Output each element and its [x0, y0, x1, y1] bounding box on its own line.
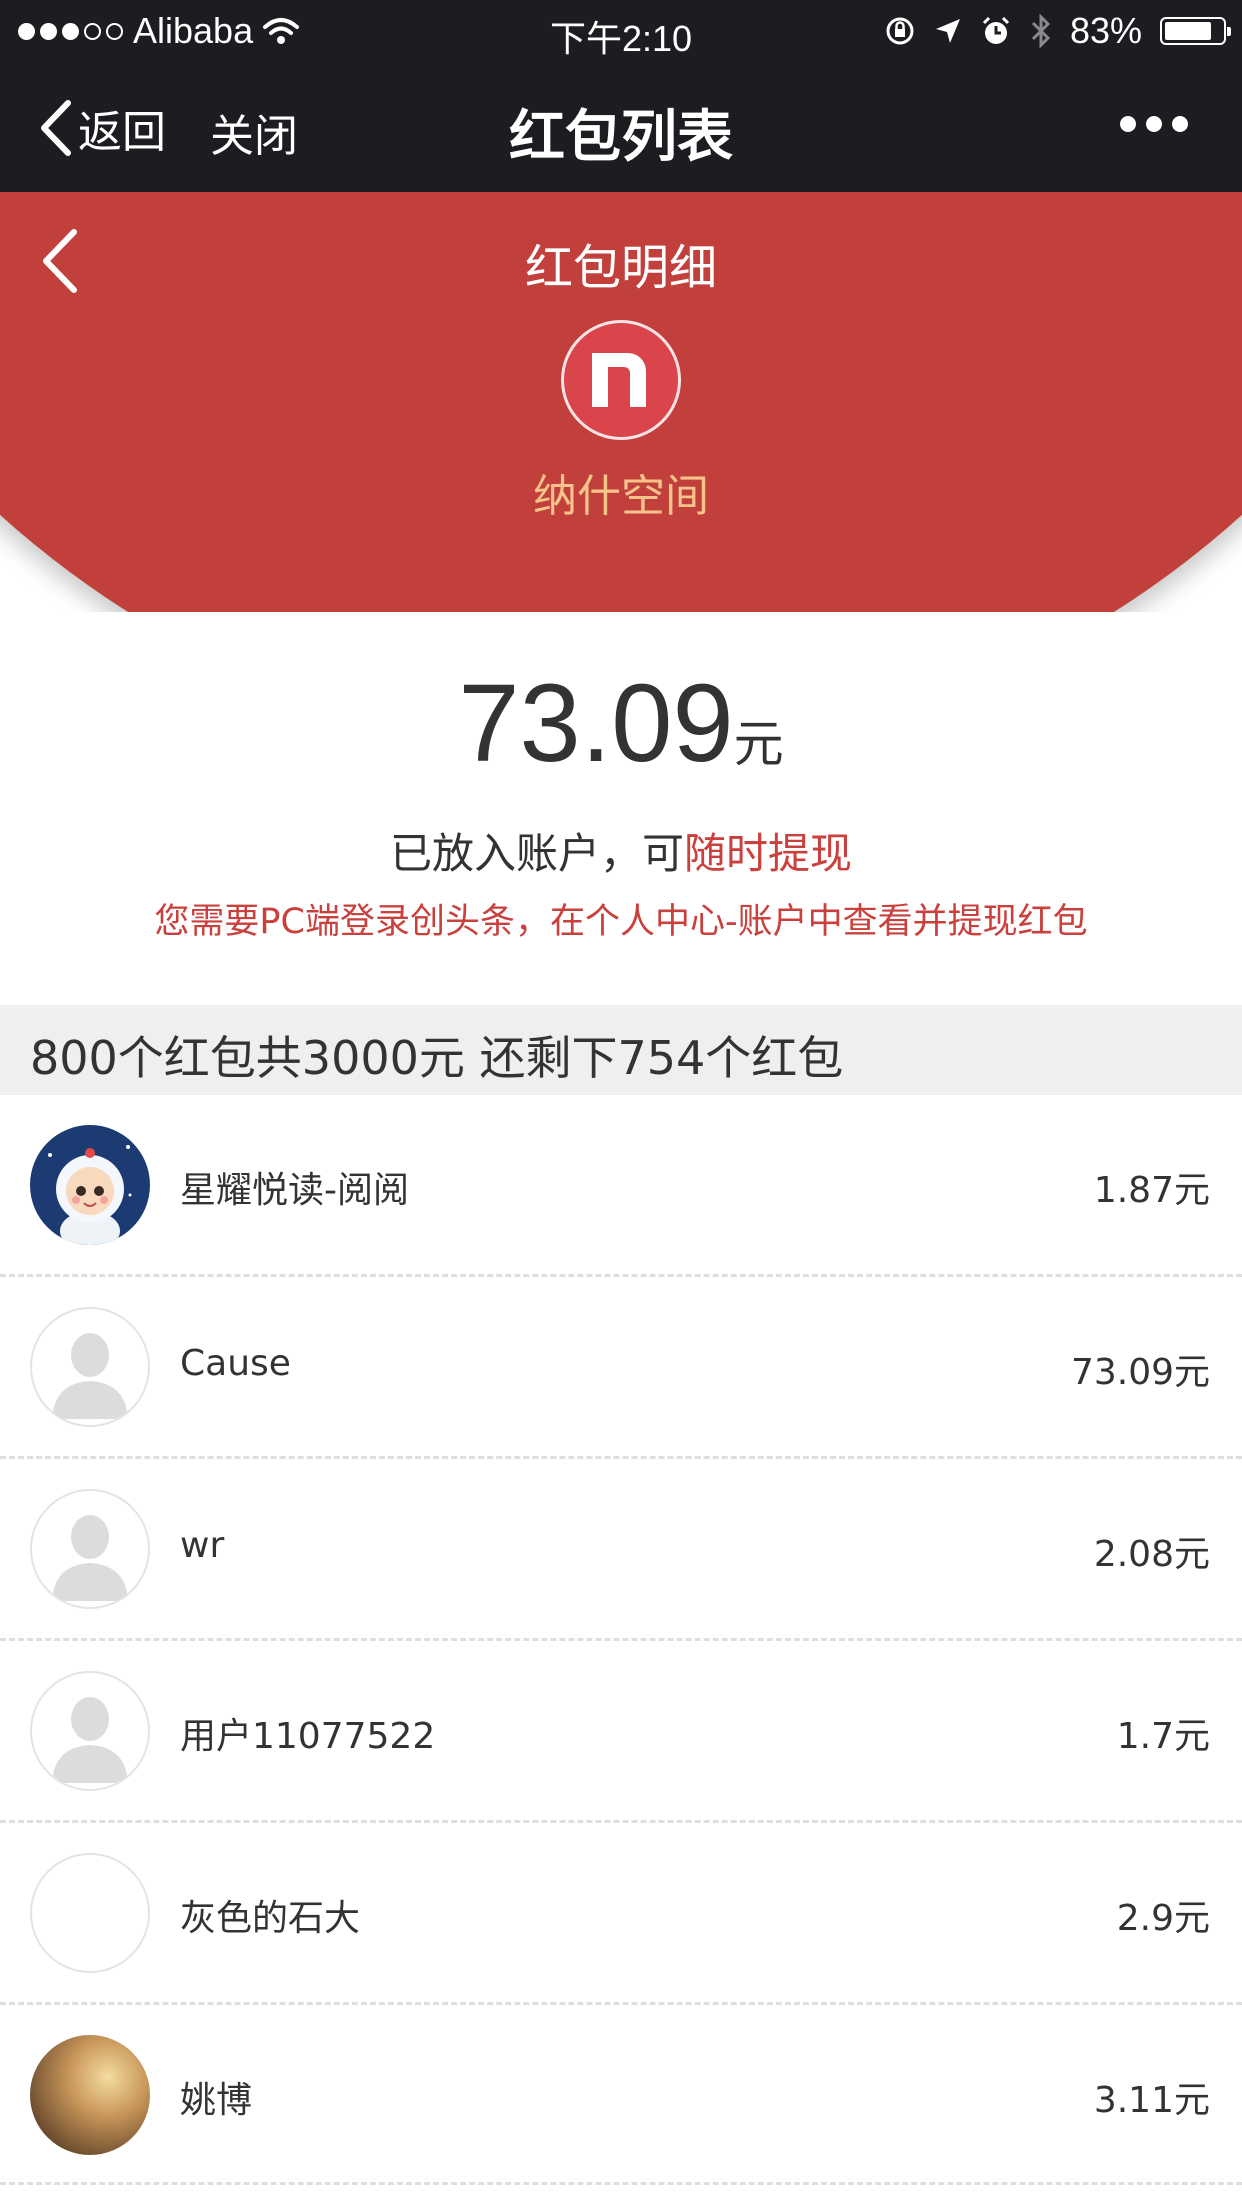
default-user-icon — [52, 1515, 128, 1601]
amount-value: 73.09 — [458, 662, 734, 785]
recipient-name: 灰色的石大 — [180, 1898, 361, 1939]
avatar — [30, 2035, 150, 2155]
avatar — [30, 1125, 150, 1245]
list-item[interactable]: 灰色的石大 2.9元 — [0, 1823, 1242, 2005]
recipient-amount: 3.11元 — [1093, 2080, 1210, 2121]
amount-display: 73.09元 — [0, 660, 1242, 787]
recipient-list: 星耀悦读-阅阅 1.87元 Cause 73.09元 wr 2.08元 用户11… — [0, 1095, 1242, 2185]
battery-percent: 83% — [1069, 10, 1142, 51]
avatar — [30, 1307, 150, 1427]
list-item[interactable]: 用户11077522 1.7元 — [0, 1641, 1242, 1823]
recipient-amount: 1.87元 — [1093, 1170, 1210, 1211]
recipient-amount: 2.08元 — [1093, 1534, 1210, 1575]
list-item[interactable]: wr 2.08元 — [0, 1459, 1242, 1641]
location-arrow-icon — [935, 19, 960, 43]
header-title: 红包明细 — [524, 240, 717, 296]
recipient-name: 姚博 — [180, 2080, 253, 2121]
status-bar: Alibaba 下午2:10 83% — [0, 0, 1242, 62]
account-text: 已放入账户，可 — [389, 829, 684, 878]
recipient-name: 星耀悦读-阅阅 — [180, 1170, 409, 1211]
list-item[interactable]: 姚博 3.11元 — [0, 2005, 1242, 2185]
recipient-name: 用户11077522 — [180, 1716, 436, 1757]
bluetooth-icon — [1031, 14, 1051, 48]
avatar — [30, 1853, 150, 1973]
astronaut-avatar-icon — [48, 1145, 132, 1245]
nav-bar: 返回 关闭 红包列表 — [0, 62, 1242, 192]
recipient-amount: 1.7元 — [1116, 1716, 1210, 1757]
battery-icon — [1160, 17, 1231, 45]
list-item[interactable]: Cause 73.09元 — [0, 1277, 1242, 1459]
envelope-header: 红包明细 纳什空间 — [0, 192, 1242, 612]
list-item[interactable]: 星耀悦读-阅阅 1.87元 — [0, 1095, 1242, 1277]
n-logo-icon — [592, 353, 646, 407]
recipient-name: wr — [180, 1525, 225, 1566]
recipient-amount: 73.09元 — [1070, 1352, 1210, 1393]
default-user-icon — [52, 1333, 128, 1419]
withdraw-link[interactable]: 随时提现 — [684, 829, 852, 878]
withdraw-notice: 您需要PC端登录创头条，在个人中心-账户中查看并提现红包 — [154, 902, 1088, 942]
org-logo — [561, 320, 681, 440]
recipient-amount: 2.9元 — [1116, 1898, 1210, 1939]
summary-bar: 800个红包共3000元 还剩下754个红包 — [0, 1005, 1242, 1095]
amount-unit: 元 — [733, 715, 784, 773]
rotation-lock-icon — [886, 17, 914, 45]
status-right: 83% — [884, 10, 1231, 52]
more-options-icon[interactable] — [1120, 116, 1188, 132]
page-title: 红包列表 — [509, 105, 733, 170]
summary-text: 800个红包共3000元 还剩下754个红包 — [30, 1031, 844, 1085]
org-name: 纳什空间 — [533, 471, 709, 522]
avatar — [30, 1489, 150, 1609]
avatar — [30, 1671, 150, 1791]
account-status: 已放入账户，可随时提现 — [0, 820, 1242, 881]
recipient-name: Cause — [180, 1343, 291, 1384]
alarm-icon — [982, 16, 1009, 44]
default-user-icon — [52, 1697, 128, 1783]
